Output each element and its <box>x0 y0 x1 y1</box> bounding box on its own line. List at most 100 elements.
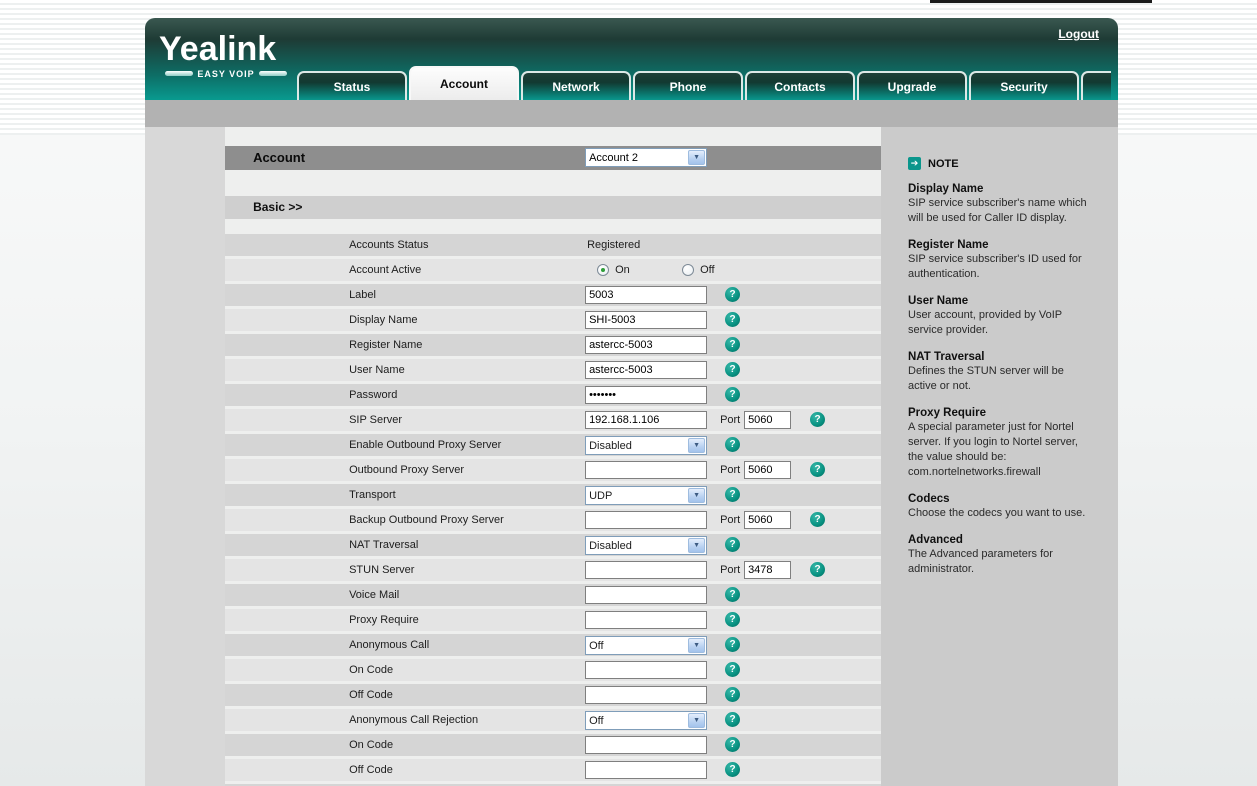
left-margin-strip <box>145 127 225 786</box>
row-enable-outbound-proxy-server: Enable Outbound Proxy Server Disabled▼? <box>225 434 881 456</box>
note-item-user-name: User NameUser account, provided by VoIP … <box>908 295 1094 338</box>
note-item-heading: User Name <box>908 295 1094 307</box>
row-proxy-require: Proxy Require? <box>225 609 881 631</box>
stun-server-port-field[interactable] <box>744 561 791 579</box>
tab-upgrade[interactable]: Upgrade <box>857 71 967 100</box>
row-label: SIP Server <box>349 414 402 426</box>
note-item-heading: Advanced <box>908 534 1094 546</box>
port-label: Port <box>720 514 740 526</box>
row-label: Off Code <box>349 689 393 701</box>
row-anonymous-call-rejection: Anonymous Call RejectionOff▼? <box>225 709 881 731</box>
voice-mail-field[interactable] <box>585 586 707 604</box>
header: Logout Yealink EASY VOIP StatusAccountNe… <box>145 18 1118 100</box>
note-item-heading: Register Name <box>908 239 1094 251</box>
help-icon[interactable]: ? <box>725 637 740 652</box>
help-icon[interactable]: ? <box>810 462 825 477</box>
row-voice-mail: Voice Mail? <box>225 584 881 606</box>
label-field[interactable] <box>585 286 707 304</box>
account-select[interactable]: Account 2 ▼ <box>585 148 707 167</box>
note-list: Display NameSIP service subscriber's nam… <box>908 183 1094 577</box>
help-icon[interactable]: ? <box>725 437 740 452</box>
select-value: Off <box>586 640 688 652</box>
row-label: Display Name <box>349 314 417 326</box>
help-icon[interactable]: ? <box>725 737 740 752</box>
chevron-down-icon[interactable]: ▼ <box>688 150 705 165</box>
row-backup-outbound-proxy-server: Backup Outbound Proxy Server Port? <box>225 509 881 531</box>
top-edge-artifact-line <box>930 0 1152 3</box>
row-account-active: Account ActiveOnOff <box>225 259 881 281</box>
help-icon[interactable]: ? <box>725 662 740 677</box>
tab-contacts[interactable]: Contacts <box>745 71 855 100</box>
anonymous-call-rejection-select[interactable]: Off▼ <box>585 711 707 730</box>
chevron-down-icon[interactable]: ▼ <box>688 488 705 503</box>
tagline-bar-right <box>259 71 287 76</box>
row-nat-traversal: NAT TraversalDisabled▼? <box>225 534 881 556</box>
anonymous-call-select[interactable]: Off▼ <box>585 636 707 655</box>
sip-server-port-field[interactable] <box>744 411 791 429</box>
off-code-field[interactable] <box>585 761 707 779</box>
off-code-field[interactable] <box>585 686 707 704</box>
radio-account-active-on[interactable] <box>597 264 609 276</box>
help-icon[interactable]: ? <box>725 287 740 302</box>
help-icon[interactable]: ? <box>725 312 740 327</box>
tab-security[interactable]: Security <box>969 71 1079 100</box>
help-icon[interactable]: ? <box>725 762 740 777</box>
radio-account-active-off[interactable] <box>682 264 694 276</box>
note-item-nat-traversal: NAT TraversalDefines the STUN server wil… <box>908 351 1094 394</box>
basic-section-bar[interactable]: Basic >> <box>225 196 881 219</box>
help-icon[interactable]: ? <box>725 387 740 402</box>
note-title-text: NOTE <box>928 158 959 170</box>
help-icon[interactable]: ? <box>725 337 740 352</box>
help-icon[interactable]: ? <box>725 537 740 552</box>
on-code-field[interactable] <box>585 661 707 679</box>
stun-server-field[interactable] <box>585 561 707 579</box>
chevron-down-icon[interactable]: ▼ <box>688 638 705 653</box>
help-icon[interactable]: ? <box>725 362 740 377</box>
chevron-down-icon[interactable]: ▼ <box>688 713 705 728</box>
sip-server-field[interactable] <box>585 411 707 429</box>
row-label: Backup Outbound Proxy Server <box>349 514 504 526</box>
port-label: Port <box>720 564 740 576</box>
note-arrow-icon: ➔ <box>908 157 921 170</box>
user-name-field[interactable] <box>585 361 707 379</box>
note-item-codecs: CodecsChoose the codecs you want to use. <box>908 493 1094 521</box>
enable-outbound-proxy-server-select[interactable]: Disabled▼ <box>585 436 707 455</box>
row-label: Enable Outbound Proxy Server <box>349 439 501 451</box>
backup-outbound-proxy-server-field[interactable] <box>585 511 707 529</box>
chevron-down-icon[interactable]: ▼ <box>688 438 705 453</box>
outbound-proxy-server-field[interactable] <box>585 461 707 479</box>
note-item-advanced: AdvancedThe Advanced parameters for admi… <box>908 534 1094 577</box>
outbound-proxy-server-port-field[interactable] <box>744 461 791 479</box>
tab-phone[interactable]: Phone <box>633 71 743 100</box>
logout-link[interactable]: Logout <box>1058 27 1099 41</box>
help-icon[interactable]: ? <box>725 712 740 727</box>
help-icon[interactable]: ? <box>725 687 740 702</box>
row-label: Register Name <box>349 339 422 351</box>
help-icon[interactable]: ? <box>725 487 740 502</box>
row-accounts-status: Accounts StatusRegistered <box>225 234 881 256</box>
tab-label: Phone <box>670 80 707 94</box>
on-code-field[interactable] <box>585 736 707 754</box>
content-column: Account Account 2 ▼ Basic >> Accounts St… <box>225 127 881 786</box>
row-sip-server: SIP ServerPort? <box>225 409 881 431</box>
help-icon[interactable]: ? <box>725 587 740 602</box>
password-field[interactable] <box>585 386 707 404</box>
tab-network[interactable]: Network <box>521 71 631 100</box>
chevron-down-icon[interactable]: ▼ <box>688 538 705 553</box>
display-name-field[interactable] <box>585 311 707 329</box>
help-icon[interactable]: ? <box>810 512 825 527</box>
tab-account[interactable]: Account <box>409 66 519 100</box>
help-icon[interactable]: ? <box>725 612 740 627</box>
tab-status[interactable]: Status <box>297 71 407 100</box>
proxy-require-field[interactable] <box>585 611 707 629</box>
nat-traversal-select[interactable]: Disabled▼ <box>585 536 707 555</box>
help-icon[interactable]: ? <box>810 562 825 577</box>
register-name-field[interactable] <box>585 336 707 354</box>
help-icon[interactable]: ? <box>810 412 825 427</box>
transport-select[interactable]: UDP▼ <box>585 486 707 505</box>
basic-section-title: Basic >> <box>253 200 302 214</box>
tab-label: Network <box>552 80 599 94</box>
backup-outbound-proxy-server-port-field[interactable] <box>744 511 791 529</box>
note-item-body: A special parameter just for Nortel serv… <box>908 420 1094 480</box>
row-label: Off Code <box>349 764 393 776</box>
